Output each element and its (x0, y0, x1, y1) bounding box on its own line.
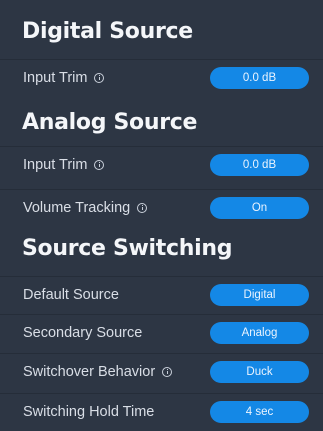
switchover-behavior-button[interactable]: Duck (210, 361, 309, 383)
row-switchover-behavior: Switchover Behavior Duck (0, 353, 323, 390)
info-icon[interactable] (94, 160, 105, 170)
default-source-label: Default Source (23, 287, 119, 303)
info-icon[interactable] (162, 367, 173, 377)
switchover-behavior-label: Switchover Behavior (23, 364, 156, 380)
section-title-analog-source: Analog Source (22, 110, 198, 135)
digital-input-trim-label: Input Trim (23, 70, 88, 86)
row-digital-input-trim: Input Trim 0.0 dB (0, 59, 323, 96)
row-analog-input-trim: Input Trim 0.0 dB (0, 146, 323, 183)
secondary-source-label-group: Secondary Source (23, 325, 142, 341)
settings-panel: Digital Source Input Trim 0.0 dB Analog … (0, 0, 323, 431)
secondary-source-label: Secondary Source (23, 325, 143, 341)
info-icon[interactable] (137, 203, 148, 213)
digital-input-trim-button[interactable]: 0.0 dB (210, 67, 309, 89)
section-title-digital-source: Digital Source (22, 19, 193, 44)
default-source-label-group: Default Source (23, 287, 119, 303)
analog-input-trim-label: Input Trim (23, 157, 88, 173)
digital-input-trim-label-group: Input Trim (23, 70, 105, 86)
switching-hold-time-label: Switching Hold Time (23, 404, 155, 420)
switchover-behavior-label-group: Switchover Behavior (23, 364, 173, 380)
analog-input-trim-button[interactable]: 0.0 dB (210, 154, 309, 176)
secondary-source-button[interactable]: Analog (210, 322, 309, 344)
info-icon[interactable] (94, 73, 105, 83)
row-default-source: Default Source Digital (0, 276, 323, 313)
switching-hold-time-button[interactable]: 4 sec (210, 401, 309, 423)
volume-tracking-button[interactable]: On (210, 197, 309, 219)
default-source-button[interactable]: Digital (210, 284, 309, 306)
row-secondary-source: Secondary Source Analog (0, 314, 323, 351)
switching-hold-time-label-group: Switching Hold Time (23, 404, 154, 420)
row-volume-tracking: Volume Tracking On (0, 189, 323, 226)
row-switching-hold-time: Switching Hold Time 4 sec (0, 393, 323, 430)
volume-tracking-label-group: Volume Tracking (23, 200, 148, 216)
analog-input-trim-label-group: Input Trim (23, 157, 105, 173)
section-title-source-switching: Source Switching (22, 236, 233, 261)
volume-tracking-label: Volume Tracking (23, 200, 131, 216)
